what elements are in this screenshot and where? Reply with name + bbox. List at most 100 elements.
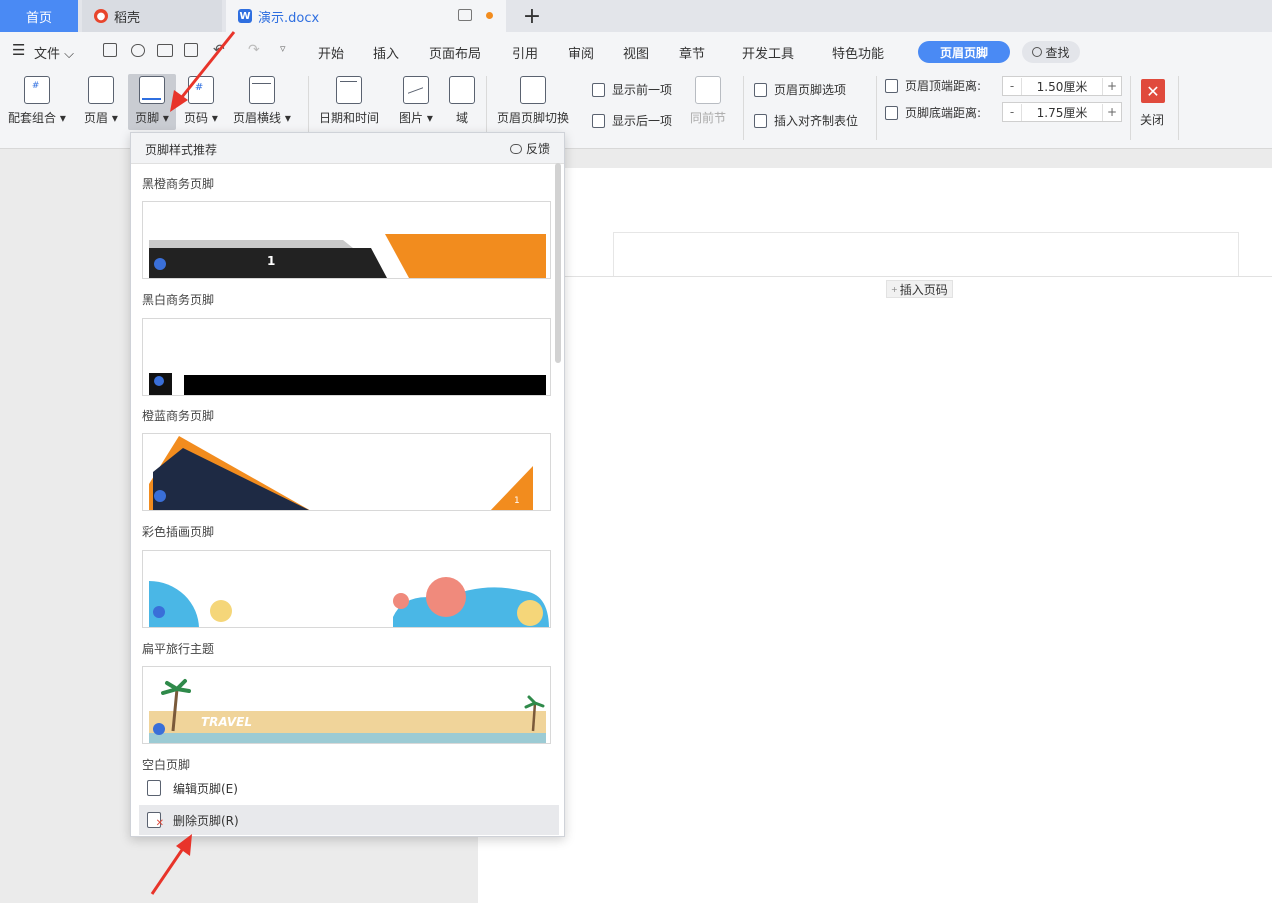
chat-bubble-icon — [509, 143, 522, 154]
style-card-black-orange[interactable]: 1 — [142, 201, 551, 279]
footer-distance-value[interactable]: 1.75厘米 — [1021, 103, 1103, 121]
show-previous-label: 显示前一项 — [612, 83, 673, 97]
separator — [743, 76, 744, 140]
combo-button[interactable]: # 配套组合 ▾ — [8, 74, 66, 126]
menu-page-layout[interactable]: 页面布局 — [429, 43, 481, 62]
show-next-icon — [592, 113, 605, 128]
hamburger-icon[interactable]: ☰ — [12, 41, 25, 59]
output-icon[interactable] — [131, 44, 145, 57]
header-distance-value[interactable]: 1.50厘米 — [1021, 77, 1103, 95]
header-line-icon — [248, 76, 275, 104]
redo-icon[interactable]: ↷ — [248, 42, 260, 58]
show-next-button[interactable]: 显示后一项 — [592, 112, 672, 129]
date-time-button[interactable]: 日期和时间 — [319, 74, 379, 126]
close-header-footer-label[interactable]: 关闭 — [1140, 111, 1164, 128]
picture-label: 图片 ▾ — [399, 111, 433, 125]
insert-align-tab-button[interactable]: 插入对齐制表位 — [754, 112, 858, 129]
search-button[interactable]: 查找 — [1022, 41, 1080, 63]
edit-footer-label: 编辑页脚(E) — [173, 781, 238, 796]
footer-distance-increase[interactable]: + — [1103, 105, 1121, 119]
same-as-previous-button[interactable]: 同前节 — [690, 74, 726, 126]
combo-icon: # — [23, 76, 50, 104]
header-top-distance-spinner[interactable]: - 1.50厘米 + — [1002, 76, 1122, 96]
orange-blue-preview: 1 — [149, 436, 533, 510]
style-card-black-white[interactable] — [142, 318, 551, 396]
plus-icon: + — [522, 3, 542, 29]
insert-page-number-button[interactable]: + 插入页码 — [886, 280, 953, 298]
show-next-label: 显示后一项 — [612, 114, 673, 128]
header-line-label: 页眉横线 ▾ — [233, 111, 291, 125]
footer-distance-decrease[interactable]: - — [1003, 105, 1021, 119]
menu-insert[interactable]: 插入 — [373, 43, 399, 62]
date-time-label: 日期和时间 — [319, 111, 380, 125]
menu-developer[interactable]: 开发工具 — [742, 43, 794, 62]
tab-header-footer[interactable]: 页眉页脚 — [918, 41, 1010, 63]
search-icon — [1032, 47, 1043, 57]
edit-footer-item[interactable]: 编辑页脚(E) — [139, 773, 559, 803]
flat-travel-preview: TRAVEL — [149, 679, 546, 743]
switch-header-footer-button[interactable]: 页眉页脚切换 — [497, 74, 569, 126]
dropdown-scrollbar[interactable] — [555, 163, 561, 363]
picture-button[interactable]: 图片 ▾ — [399, 74, 433, 126]
show-previous-button[interactable]: 显示前一项 — [592, 81, 672, 98]
menu-special-features[interactable]: 特色功能 — [832, 43, 884, 62]
blank-footer-option[interactable]: 空白页脚 — [142, 756, 190, 773]
search-label: 查找 — [1045, 45, 1070, 60]
menu-review[interactable]: 审阅 — [568, 43, 594, 62]
menu-start[interactable]: 开始 — [318, 43, 344, 62]
switch-icon — [520, 76, 546, 104]
tab-header-footer-label: 页眉页脚 — [939, 45, 988, 60]
footer-bottom-distance-label: 页脚底端距离: — [905, 106, 982, 120]
daoke-icon: ● — [94, 9, 108, 23]
tab-home[interactable]: 首页 — [0, 0, 78, 32]
header-button[interactable]: 页眉 ▾ — [84, 74, 118, 126]
separator — [1178, 76, 1179, 140]
feedback-button[interactable]: 反馈 — [509, 140, 550, 157]
menu-references[interactable]: 引用 — [512, 43, 538, 62]
menu-view[interactable]: 视图 — [623, 43, 649, 62]
header-top-distance: 页眉顶端距离: — [885, 77, 981, 94]
new-tab-button[interactable]: + — [516, 0, 548, 32]
delete-footer-item[interactable]: ✕ 删除页脚(R) — [139, 805, 559, 835]
header-distance-increase[interactable]: + — [1103, 79, 1121, 93]
customize-icon[interactable]: ▿ — [280, 42, 286, 55]
picture-icon — [402, 76, 429, 104]
unsaved-dot-icon — [486, 12, 493, 19]
travel-text: TRAVEL — [201, 715, 252, 729]
style-label-black-orange: 黑橙商务页脚 — [142, 177, 215, 191]
calendar-icon — [336, 76, 362, 104]
delete-footer-icon: ✕ — [147, 812, 164, 829]
footer-bottom-distance-spinner[interactable]: - 1.75厘米 + — [1002, 102, 1122, 122]
close-icon[interactable]: ✕ — [1141, 79, 1165, 103]
annotation-arrow-bottom — [150, 834, 192, 895]
header-area[interactable] — [613, 232, 1239, 276]
combo-label: 配套组合 ▾ — [8, 111, 66, 125]
style-card-orange-blue[interactable]: 1 — [142, 433, 551, 511]
word-doc-icon: W — [238, 9, 252, 23]
field-button[interactable]: 域 — [449, 74, 475, 126]
file-menu[interactable]: 文件 ⌵ — [34, 43, 74, 62]
style-card-colorful-illustration[interactable] — [142, 550, 551, 628]
tab-document-label: 演示.docx — [258, 10, 320, 26]
insert-page-number-label: 插入页码 — [899, 282, 948, 297]
style-label-black-white: 黑白商务页脚 — [142, 293, 215, 307]
style-label-colorful-illustration: 彩色插画页脚 — [142, 525, 215, 539]
save-icon[interactable] — [103, 43, 117, 57]
same-as-previous-label: 同前节 — [690, 111, 727, 125]
align-tab-icon — [754, 113, 767, 128]
annotation-arrow-top — [170, 31, 236, 112]
menu-chapter[interactable]: 章节 — [679, 43, 705, 62]
file-menu-label: 文件 — [34, 47, 61, 62]
header-line-button[interactable]: 页眉横线 ▾ — [233, 74, 291, 126]
options-label: 页眉页脚选项 — [774, 83, 847, 97]
same-as-previous-icon — [695, 76, 721, 104]
show-previous-icon — [592, 82, 605, 97]
dropdown-header: 页脚样式推荐 反馈 — [131, 133, 564, 164]
preview-page-number: 1 — [514, 496, 520, 506]
style-card-flat-travel[interactable]: TRAVEL — [142, 666, 551, 744]
display-icon[interactable] — [458, 9, 472, 21]
tab-document[interactable]: W 演示.docx — [226, 0, 506, 32]
header-footer-options-button[interactable]: 页眉页脚选项 — [754, 81, 846, 98]
header-distance-decrease[interactable]: - — [1003, 79, 1021, 93]
document-page[interactable] — [478, 168, 1272, 903]
